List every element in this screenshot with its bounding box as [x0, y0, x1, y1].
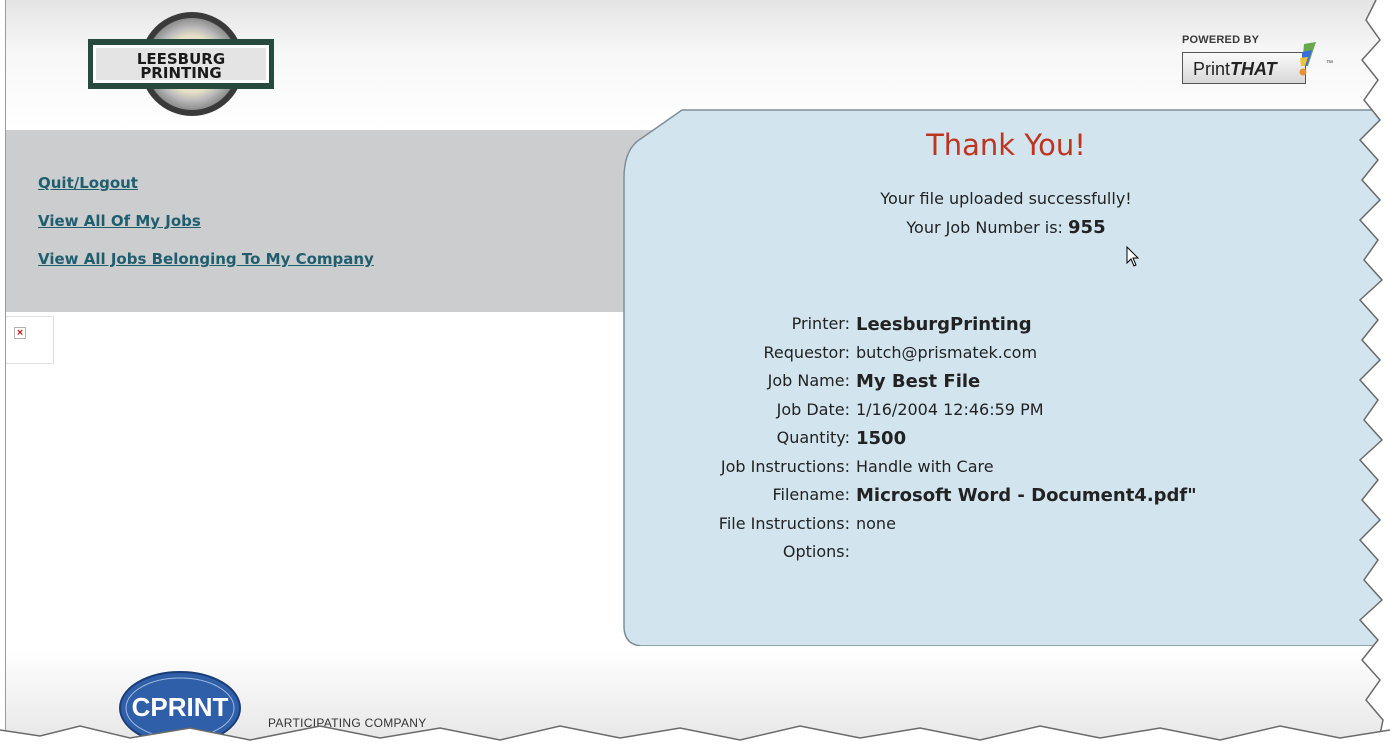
printthat-wordmark: PrintTHAT — [1193, 59, 1277, 79]
detail-value: My Best File — [856, 371, 981, 392]
footer: CPRINT PARTICIPATING COMPANY — [6, 650, 1390, 744]
view-my-jobs-link[interactable]: View All Of My Jobs — [38, 212, 201, 230]
detail-label: Quantity: — [776, 428, 850, 447]
detail-label: Job Name: — [767, 371, 850, 390]
detail-label: Job Date: — [776, 399, 850, 419]
thank-you-title: Thank You! — [926, 128, 1086, 162]
view-company-jobs-link[interactable]: View All Jobs Belonging To My Company — [38, 250, 374, 268]
logo-text-line2: PRINTING — [140, 64, 221, 82]
cprint-text: CPRINT — [132, 692, 229, 722]
trademark-mark: ™ — [1326, 60, 1333, 67]
detail-value: Microsoft Word - Document4.pdf" — [856, 485, 1197, 506]
job-number-line: Your Job Number is: 955 — [622, 217, 1390, 238]
cprint-logo[interactable]: CPRINT — [118, 660, 254, 744]
detail-value: none — [856, 513, 896, 533]
detail-value: 1500 — [856, 428, 907, 449]
broken-image-icon: × — [14, 327, 26, 339]
printthat-logo: PrintTHAT — [1182, 52, 1306, 84]
broken-image-placeholder: × — [6, 316, 54, 364]
detail-value: 1/16/2004 12:46:59 PM — [856, 399, 1044, 419]
leesburg-printing-logo[interactable]: LEESBURG PRINTING — [88, 10, 274, 118]
detail-label: File Instructions: — [718, 513, 850, 533]
left-border — [5, 0, 6, 744]
quit-logout-link[interactable]: Quit/Logout — [38, 174, 138, 192]
nav-links: Quit/Logout View All Of My Jobs View All… — [6, 130, 706, 312]
job-number-label: Your Job Number is: — [906, 218, 1063, 237]
mouse-pointer-icon — [1126, 246, 1140, 267]
page: LEESBURG PRINTING POWERED BY PrintTHAT ™… — [0, 0, 1390, 744]
detail-label: Filename: — [772, 485, 850, 504]
detail-value: LeesburgPrinting — [856, 314, 1032, 335]
upload-success-message: Your file uploaded successfully! — [880, 189, 1132, 208]
detail-value: butch@prismatek.com — [856, 342, 1038, 362]
detail-label: Printer: — [791, 314, 850, 333]
detail-label: Options: — [782, 542, 850, 561]
powered-by-badge[interactable]: POWERED BY PrintTHAT ™ — [1182, 34, 1342, 92]
job-number-value: 955 — [1068, 217, 1106, 238]
powered-by-label: POWERED BY — [1182, 34, 1260, 46]
detail-value: Handle with Care — [856, 456, 994, 476]
detail-label: Requestor: — [763, 342, 850, 362]
exclamation-icon — [1299, 42, 1316, 76]
participating-company-label: PARTICIPATING COMPANY — [268, 716, 427, 730]
detail-label: Job Instructions: — [720, 456, 850, 476]
